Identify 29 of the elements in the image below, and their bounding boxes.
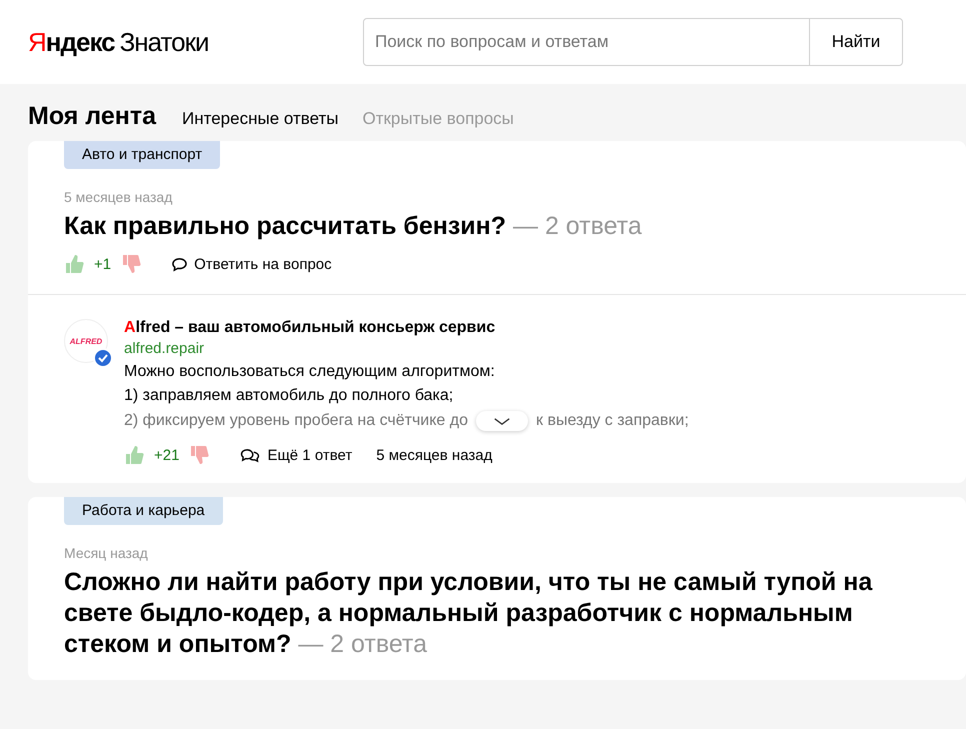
thumbs-down-icon[interactable] (121, 254, 142, 274)
answer-text: Можно воспользоваться следующим алгоритмом: (124, 363, 496, 381)
question-time: 5 месяцев назад (64, 189, 174, 205)
logo[interactable]: Яндекс Знатоки (28, 26, 363, 58)
search-field[interactable]: Поиск по вопросам и ответам Найти (363, 18, 903, 66)
feed-tab[interactable]: Интересные ответы (182, 109, 338, 129)
question-title[interactable]: Как правильно рассчитать бензин? — 2 ответа (64, 211, 896, 242)
question-title[interactable]: Сложно ли найти работу при условии, что ты не самый тупой на свете быдло-кодер, а нормальный разработчик с нормальным стеком и опытом? — 2 ответа (64, 567, 896, 660)
speech-bubble-icon (171, 256, 188, 272)
vote-count: +21 (154, 446, 180, 464)
answer-text: к выезду с заправки; (536, 412, 689, 430)
answer-time: 5 месяцев назад (376, 446, 492, 464)
speech-bubbles-icon (239, 448, 262, 462)
thumbs-down-icon[interactable] (189, 445, 210, 465)
more-answers-link[interactable]: Ещё 1 ответ (239, 446, 352, 464)
answer-text: 1) заправляем автомобиль до полного бака; (124, 387, 454, 405)
vote-count: +1 (94, 256, 112, 272)
answer-question-link[interactable]: Ответить на вопрос (171, 256, 332, 272)
author-site-link[interactable]: alfred.repair (124, 340, 689, 357)
author-name[interactable]: Alfred – ваш автомобильный консьерж сервис (124, 319, 689, 337)
answer-text: 2) фиксируем уровень пробега на счётчике до (124, 412, 468, 430)
category-tag[interactable]: Работа и карьера (64, 497, 223, 525)
question-time: Месяц назад (64, 545, 149, 561)
category-tag[interactable]: Авто и транспорт (64, 141, 220, 169)
thumbs-up-icon[interactable] (124, 445, 144, 465)
thumbs-up-icon[interactable] (64, 254, 84, 274)
chevron-down-icon (493, 416, 511, 426)
expand-button[interactable] (476, 411, 528, 431)
feed-title: Моя лента (28, 102, 156, 131)
